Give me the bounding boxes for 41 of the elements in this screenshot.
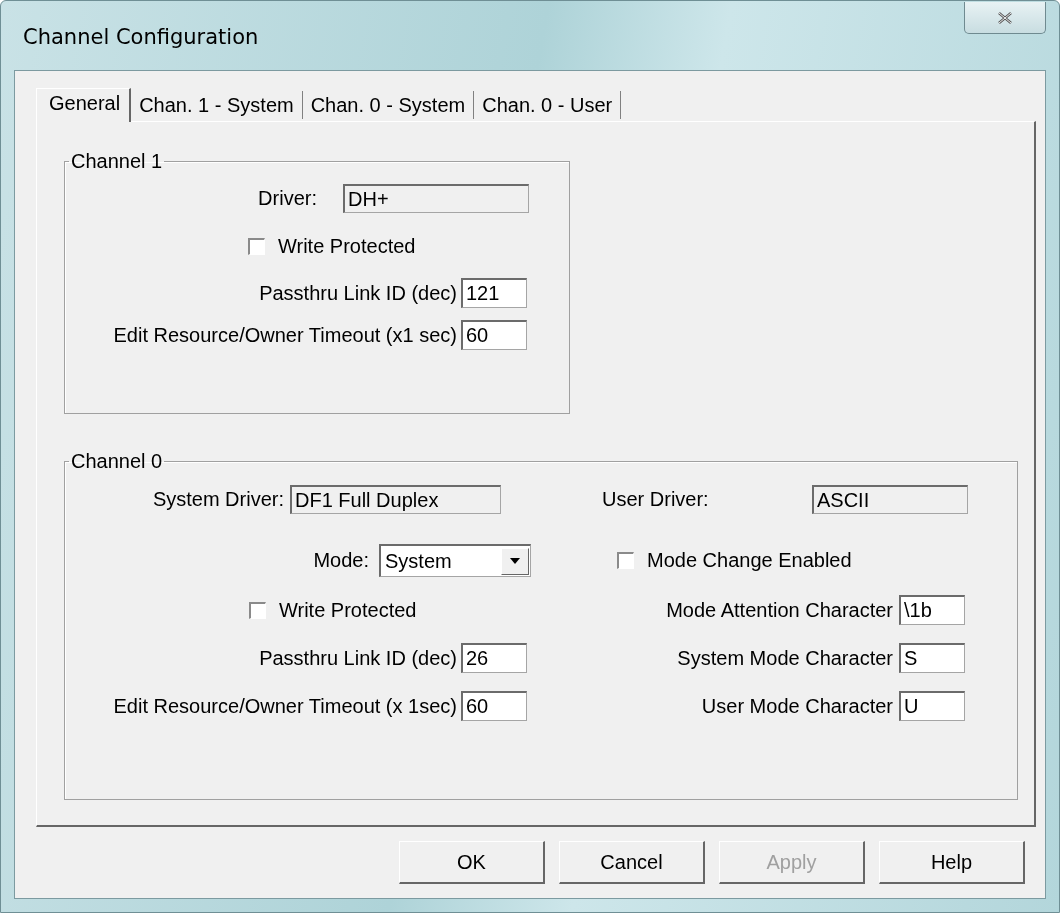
- input-field[interactable]: U: [899, 691, 965, 721]
- dialog-button[interactable]: Help: [879, 841, 1025, 884]
- field-label: Edit Resource/Owner Timeout (x1 sec): [112, 323, 458, 347]
- driver-field[interactable]: DH+: [343, 184, 529, 213]
- window-title: Channel Configuration: [23, 25, 259, 49]
- field-label: Passthru Link ID (dec): [258, 281, 458, 305]
- driver-field[interactable]: DF1 Full Duplex: [290, 485, 501, 514]
- field-label: Passthru Link ID (dec): [258, 646, 458, 670]
- checkbox[interactable]: [248, 238, 265, 255]
- group-title: Channel 1: [70, 150, 164, 173]
- close-icon: [996, 10, 1014, 25]
- input-field[interactable]: 121: [461, 278, 527, 308]
- field-label: Driver:: [257, 187, 318, 210]
- tab[interactable]: Chan. 0 - System: [302, 91, 475, 119]
- checkbox-label: Write Protected: [279, 598, 417, 622]
- input-field[interactable]: \1b: [899, 595, 965, 625]
- field-label: User Mode Character: [700, 694, 894, 718]
- field-label: Mode:: [312, 549, 370, 572]
- driver-field[interactable]: ASCII: [812, 485, 968, 514]
- tab[interactable]: General: [36, 88, 132, 122]
- checkbox[interactable]: [617, 552, 634, 569]
- input-field[interactable]: 60: [461, 691, 527, 721]
- field-label: User Driver:: [602, 488, 710, 511]
- checkbox-label: Mode Change Enabled: [647, 549, 852, 572]
- tab[interactable]: Chan. 0 - User: [474, 91, 622, 119]
- input-field[interactable]: 60: [461, 320, 527, 350]
- caret-icon: [510, 558, 520, 564]
- checkbox-label: Write Protected: [278, 235, 416, 258]
- input-field[interactable]: S: [899, 643, 965, 673]
- checkbox[interactable]: [249, 601, 266, 619]
- mode-dropdown[interactable]: System: [379, 544, 531, 577]
- field-label: System Driver:: [151, 488, 285, 511]
- tab[interactable]: Chan. 1 - System: [131, 91, 303, 119]
- input-field[interactable]: 26: [461, 643, 527, 673]
- dialog-button[interactable]: Cancel: [559, 841, 705, 884]
- field-label: System Mode Character: [676, 646, 894, 670]
- close-button[interactable]: [964, 2, 1046, 34]
- group-title: Channel 0: [70, 450, 164, 473]
- field-label: Edit Resource/Owner Timeout (x 1sec): [112, 694, 458, 718]
- dialog-button[interactable]: OK: [399, 841, 545, 884]
- field-label: Mode Attention Character: [665, 598, 894, 622]
